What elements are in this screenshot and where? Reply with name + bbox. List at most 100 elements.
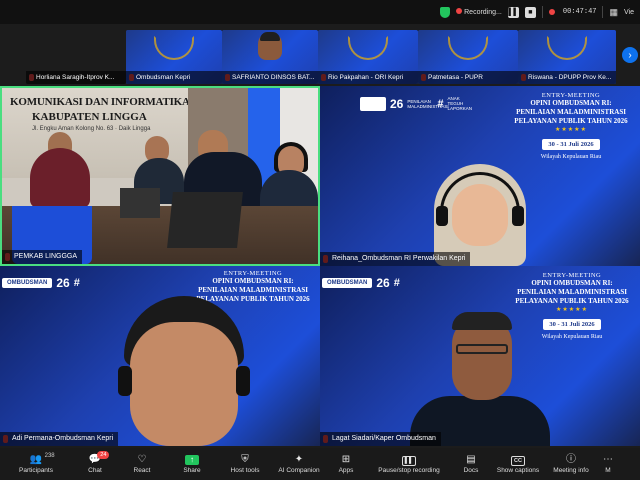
apps-button[interactable]: ⊞ Apps	[326, 448, 366, 480]
logo-row: 26 PENILAIAN MALADMINISTRASI # ANAK TEGU…	[360, 96, 473, 111]
logo-26: 26	[376, 276, 390, 290]
laptop	[167, 192, 243, 248]
event-location: Wilayah Kepulauan Riau	[540, 154, 602, 160]
announcement-card: ENTRY-MEETING OPINI OMBUDSMAN RI: PENILA…	[508, 92, 634, 160]
chat-unread-badge: 24	[97, 451, 110, 459]
person-body	[30, 148, 90, 208]
logo-row: OMBUDSMAN 26 #	[2, 276, 80, 290]
video-tile-lagat-siadari[interactable]: OMBUDSMAN 26 # ENTRY-MEETING OPINI OMBUD…	[320, 266, 640, 446]
video-tile-adi-permana[interactable]: OMBUDSMAN 26 # ENTRY-MEETING OPINI OMBUD…	[0, 266, 320, 446]
logo-26: 26	[390, 96, 404, 111]
pause-icon: ▌▌	[402, 456, 416, 466]
gallery-thumb-riswana[interactable]: Riswana - DPUPP Prov Ke...	[518, 30, 616, 84]
meeting-info-button[interactable]: ⓘ Meeting info	[546, 448, 596, 480]
opini-title-2: PENILAIAN MALADMINISTRASI	[516, 108, 626, 116]
stop-recording-icon[interactable]: ■	[524, 6, 536, 18]
headset-ear-icon	[118, 366, 132, 396]
participants-button[interactable]: 👥 238 Participants	[0, 448, 72, 480]
participant-name: Horliana Saragih-Itprov K...	[26, 71, 126, 84]
more-label: M	[605, 467, 611, 474]
announcement-card: ENTRY-MEETING OPINI OMBUDSMAN RI: PENILA…	[508, 272, 636, 340]
logo-hash: #	[437, 97, 444, 110]
logo-hash: #	[73, 277, 80, 289]
opini-title: OPINI OMBUDSMAN RI:	[531, 279, 613, 287]
ombudsman-logo	[360, 96, 386, 111]
entry-meeting-label: ENTRY-MEETING	[542, 272, 602, 279]
opini-title: OPINI OMBUDSMAN RI:	[212, 277, 294, 285]
shield-icon: ⛨	[241, 454, 249, 465]
entry-meeting-label: ENTRY-MEETING	[541, 92, 601, 99]
security-shield-icon[interactable]	[440, 6, 451, 18]
participant-name: Lagat Siadari/Kaper Ombudsman	[320, 432, 441, 446]
view-menu-button[interactable]: Vie	[624, 9, 634, 16]
opini-title-3: PELAYANAN PUBLIK TAHUN 2026	[514, 117, 628, 125]
wall-sign-line1: KOMUNIKASI DAN INFORMATIKA	[10, 96, 190, 108]
wall-sign-line2: KABUPATEN LINGGA	[32, 111, 147, 123]
gallery-thumb-patmetasa[interactable]: Patmetasa - PUPR	[418, 30, 518, 84]
headset-ear-icon	[436, 206, 448, 226]
participant-name: Patmetasa - PUPR	[418, 71, 518, 84]
captions-label: Show captions	[496, 467, 540, 474]
chevron-right-icon: ›	[628, 49, 632, 61]
show-captions-button[interactable]: CC Show captions	[490, 448, 546, 480]
meeting-timer: 00:47:47	[562, 8, 597, 16]
gallery-thumb-ombudsman-kepri[interactable]: Ombudsman Kepri	[126, 30, 222, 84]
pause-recording-label: Pause/stop recording	[378, 467, 440, 474]
more-button[interactable]: ⋯ M	[596, 448, 620, 480]
document-icon: ▤	[466, 454, 476, 465]
grid-icon[interactable]: ▦	[609, 7, 618, 18]
announcement-card: ENTRY-MEETING OPINI OMBUDSMAN RI: PENILA…	[190, 270, 316, 304]
headset-ear-icon	[512, 206, 524, 226]
glasses-icon	[456, 344, 508, 354]
participants-label: Participants	[19, 467, 53, 474]
ai-companion-button[interactable]: ✦ AI Companion	[272, 448, 326, 480]
pause-recording-icon[interactable]: ▌▌	[507, 6, 519, 18]
ombudsman-logo: OMBUDSMAN	[322, 278, 373, 288]
participant-name: Rio Pakpahan - ORI Kepri	[318, 71, 418, 84]
captions-icon: CC	[511, 456, 525, 466]
share-screen-icon: ↑	[185, 455, 199, 465]
live-dot-icon	[548, 9, 555, 15]
top-bar: Recording... ▌▌ ■ 00:47:47 ▦ Vie	[0, 0, 640, 24]
gallery-thumb-rio-pakpahan[interactable]: Rio Pakpahan - ORI Kepri	[318, 30, 418, 84]
react-label: React	[133, 467, 151, 474]
laptop	[120, 188, 160, 218]
chat-label: Chat	[88, 467, 102, 474]
sparkle-icon: ✦	[294, 454, 304, 465]
participant-hair	[452, 312, 512, 330]
gallery-next-button[interactable]: ›	[622, 47, 638, 63]
pause-stop-recording-button[interactable]: ▌▌ Pause/stop recording	[366, 448, 452, 480]
share-label: Share	[183, 467, 201, 474]
topbar-divider	[541, 6, 543, 18]
headset-ear-icon	[236, 366, 250, 396]
event-date: 30 - 31 Juli 2026	[543, 319, 601, 330]
participants-icon: 👥	[29, 454, 43, 465]
docs-button[interactable]: ▤ Docs	[452, 448, 490, 480]
participant-name: Reihana_Ombudsman RI Perwakilan Kepri	[320, 252, 471, 266]
logo-hash: #	[393, 277, 400, 289]
info-icon: ⓘ	[566, 454, 576, 465]
chat-button[interactable]: 💬 24 Chat	[72, 448, 118, 480]
recording-indicator[interactable]: Recording...	[456, 8, 502, 16]
topbar-divider	[602, 6, 604, 18]
event-date: 30 - 31 Juli 2026	[542, 139, 600, 150]
meeting-info-label: Meeting info	[553, 467, 589, 474]
opini-title-2: PENILAIAN MALADMINISTRASI	[198, 286, 308, 294]
video-tile-pemkab-lingga[interactable]: KOMUNIKASI DAN INFORMATIKA KABUPATEN LIN…	[0, 86, 320, 266]
logo-row: OMBUDSMAN 26 #	[322, 276, 400, 290]
zoom-meeting-window: Recording... ▌▌ ■ 00:47:47 ▦ Vie ✋ H Hor…	[0, 0, 640, 480]
participant-name: Adi Permana-Ombudsman Kepri	[0, 432, 119, 446]
gallery-thumb-safrianto[interactable]: SAFRIANTO DINSOS BAT...	[222, 30, 318, 84]
stars-icon: ★★★★★	[556, 307, 588, 313]
share-button[interactable]: ↑ Share	[166, 448, 218, 480]
docs-label: Docs	[463, 467, 479, 474]
video-tile-reihana[interactable]: 26 PENILAIAN MALADMINISTRASI # ANAK TEGU…	[320, 86, 640, 266]
host-tools-button[interactable]: ⛨ Host tools	[218, 448, 272, 480]
gallery-thumb-horliana[interactable]: Horliana Saragih-Itprov K...	[26, 30, 126, 84]
apps-label: Apps	[338, 467, 354, 474]
react-button[interactable]: ♡ React	[118, 448, 166, 480]
event-location: Wilayah Kepulauan Riau	[541, 334, 603, 340]
heart-icon: ♡	[137, 454, 147, 465]
logo-26: 26	[56, 276, 70, 290]
participant-face	[258, 32, 282, 60]
